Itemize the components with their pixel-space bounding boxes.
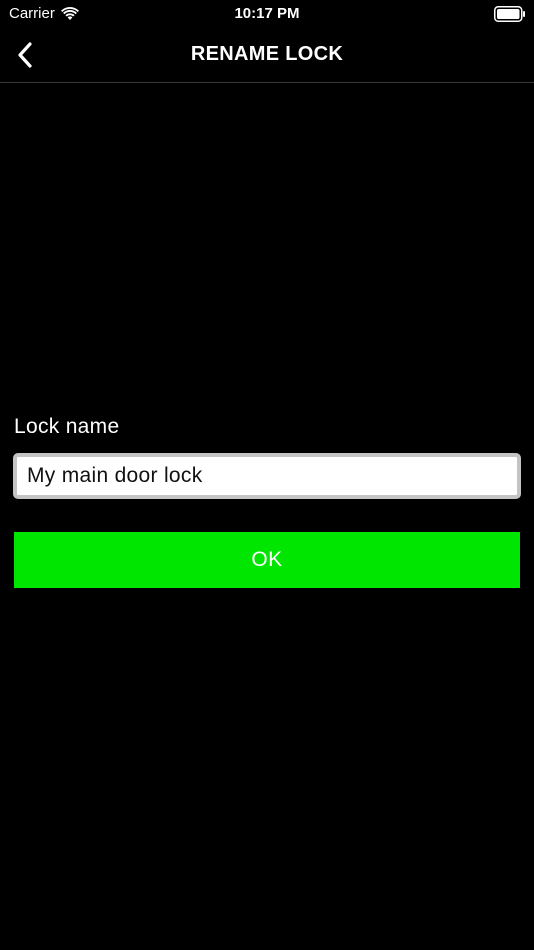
- battery-full-icon: [494, 6, 525, 22]
- page-title: RENAME LOCK: [190, 43, 344, 65]
- lock-name-label: Lock name: [14, 415, 120, 438]
- status-bar: Carrier 10:17 PM: [0, 0, 534, 30]
- ok-button[interactable]: OK: [14, 532, 520, 588]
- lock-name-field-container: [13, 453, 521, 499]
- lock-name-input[interactable]: [17, 457, 517, 495]
- navigation-bar: RENAME LOCK: [0, 30, 534, 83]
- rename-lock-screen: Carrier 10:17 PM RENAME LOCK Lock name O: [0, 0, 534, 950]
- status-time: 10:17 PM: [234, 5, 300, 22]
